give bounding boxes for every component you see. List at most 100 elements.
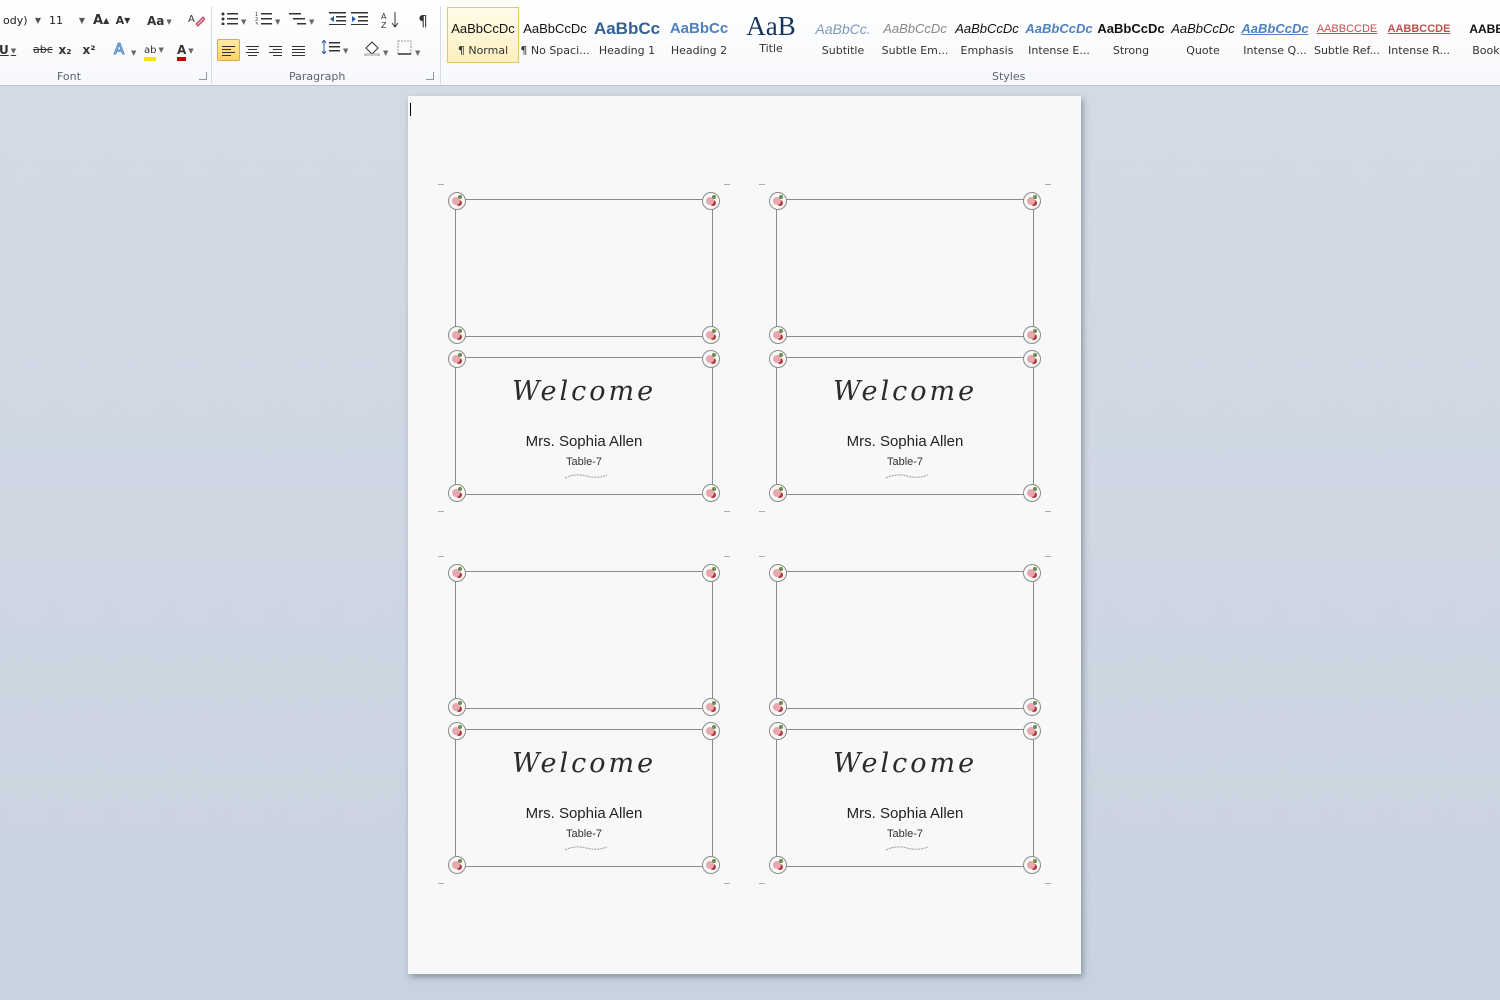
flower-corner-icon [769,484,787,502]
increase-indent-button[interactable] [350,10,370,32]
card-front-panel[interactable]: Welcome Mrs. Sophia Allen Table-7 [448,722,720,874]
font-size-combo[interactable]: 11 ▼ [46,10,88,32]
card-back-panel[interactable] [769,564,1041,716]
align-center-button[interactable] [242,39,262,61]
font-name-combo[interactable]: ody) ▼ [0,10,44,32]
style-intense-quote[interactable]: AaBbCcDc Intense Q... [1239,7,1311,63]
welcome-heading: Welcome [832,748,978,779]
card-front-panel[interactable]: Welcome Mrs. Sophia Allen Table-7 [448,350,720,502]
align-left-button[interactable] [217,39,240,61]
align-right-button[interactable] [265,39,285,61]
crop-mark [1045,511,1051,512]
borders-button[interactable]: ▼ [396,39,421,61]
clear-formatting-button[interactable]: A [186,10,206,32]
chevron-down-icon: ▼ [34,16,41,25]
card-front-panel[interactable]: Welcome Mrs. Sophia Allen Table-7 [769,350,1041,502]
chevron-down-icon: ▼ [78,16,85,25]
shading-button[interactable]: ▼ [362,39,389,61]
subscript-button[interactable]: x₂ [56,39,74,61]
card-back-panel[interactable] [448,564,720,716]
crop-mark [438,184,444,185]
highlighter-icon: ab [144,45,157,61]
strikethrough-button[interactable]: abc [32,39,54,61]
table-number: Table-7 [565,828,603,840]
style-name: Subtitle [821,44,865,57]
style-subtle-emphasis[interactable]: AaBbCcDc Subtle Em... [879,7,951,63]
flower-corner-icon [769,564,787,582]
svg-text:A: A [188,14,195,25]
style-preview: AaBbCcDc [883,21,947,36]
table-number: Table-7 [565,456,603,468]
crop-mark [724,556,730,557]
grow-font-icon: A [93,13,104,28]
paragraph-group-label: Paragraph [289,70,346,83]
sort-icon: AZ [381,12,399,30]
justify-button[interactable] [288,39,308,61]
grow-font-button[interactable]: A▲ [92,10,110,32]
swirl-ornament-icon [885,846,929,851]
flower-corner-icon [769,722,787,740]
flower-corner-icon [702,326,720,344]
change-case-button[interactable]: Aa ▼ [146,10,173,32]
style-normal[interactable]: AaBbCcDc ¶ Normal [447,7,519,63]
style-emphasis[interactable]: AaBbCcDc Emphasis [951,7,1023,63]
style-subtitle[interactable]: AaBbCc. Subtitle [807,7,879,63]
text-effects-button[interactable]: A ▼ [112,39,137,61]
style-subtle-reference[interactable]: AABBCCDE Subtle Ref... [1311,7,1383,63]
style-intense-reference[interactable]: AABBCCDE Intense R... [1383,7,1455,63]
card-front-panel[interactable]: Welcome Mrs. Sophia Allen Table-7 [769,722,1041,874]
style-intense-emphasis[interactable]: AaBbCcDc Intense E... [1023,7,1095,63]
document-page[interactable]: Welcome Mrs. Sophia Allen Table-7 Welcom… [408,96,1081,974]
crop-mark [759,511,765,512]
style-strong[interactable]: AaBbCcDc Strong [1095,7,1167,63]
style-title[interactable]: AaB Title [735,7,807,63]
flower-corner-icon [702,698,720,716]
paragraph-dialog-launcher-icon[interactable] [426,72,434,80]
align-center-icon [245,45,259,56]
style-heading-1[interactable]: AaBbCc Heading 1 [591,7,663,63]
multilevel-list-button[interactable]: ▼ [288,10,315,32]
style-name: Emphasis [960,44,1014,57]
underline-button[interactable]: U ▼ [0,39,17,61]
svg-text:A: A [381,12,387,21]
style-no-spacing[interactable]: AaBbCcDc ¶ No Spaci... [519,7,591,63]
font-color-button[interactable]: A ▼ [176,39,195,61]
guest-name: Mrs. Sophia Allen [525,805,643,822]
welcome-heading: Welcome [511,748,657,779]
subscript-icon: x₂ [58,43,72,57]
decrease-indent-button[interactable] [328,10,348,32]
style-name: Heading 2 [670,44,728,57]
numbering-button[interactable]: 1 2 3 ▼ [254,10,281,32]
flower-corner-icon [1023,698,1041,716]
flower-corner-icon [448,484,466,502]
style-preview: AaBbCcDc [451,21,515,36]
superscript-button[interactable]: x² [80,39,98,61]
style-heading-2[interactable]: AaBbCc Heading 2 [663,7,735,63]
svg-text:3: 3 [255,22,258,25]
sort-button[interactable]: AZ [380,10,402,32]
style-quote[interactable]: AaBbCcDc Quote [1167,7,1239,63]
style-book-title[interactable]: AABBC Book T [1455,7,1500,63]
show-formatting-button[interactable]: ¶ [414,10,432,32]
card-back-panel[interactable] [448,192,720,344]
card-back-panel[interactable] [769,192,1041,344]
pilcrow-icon: ¶ [418,12,428,30]
crop-mark [1045,184,1051,185]
flower-corner-icon [1023,484,1041,502]
font-dialog-launcher-icon[interactable] [199,72,207,80]
guest-name: Mrs. Sophia Allen [846,433,964,450]
numbered-list-icon: 1 2 3 [255,12,272,28]
decrease-indent-icon [329,12,346,26]
style-preview: AABBC [1469,22,1500,36]
crop-mark [438,556,444,557]
bullets-button[interactable]: ▼ [220,10,247,32]
line-spacing-button[interactable]: ▼ [320,39,349,61]
style-preview: AaBbCcDc [1025,21,1093,36]
crop-mark [724,511,730,512]
highlight-button[interactable]: ab ▼ [143,39,165,61]
style-preview: AaBbCcDc [1171,21,1235,36]
flower-corner-icon [769,326,787,344]
shrink-font-button[interactable]: A▼ [114,10,132,32]
welcome-heading: Welcome [832,376,978,407]
style-name: Subtle Ref... [1313,44,1381,57]
